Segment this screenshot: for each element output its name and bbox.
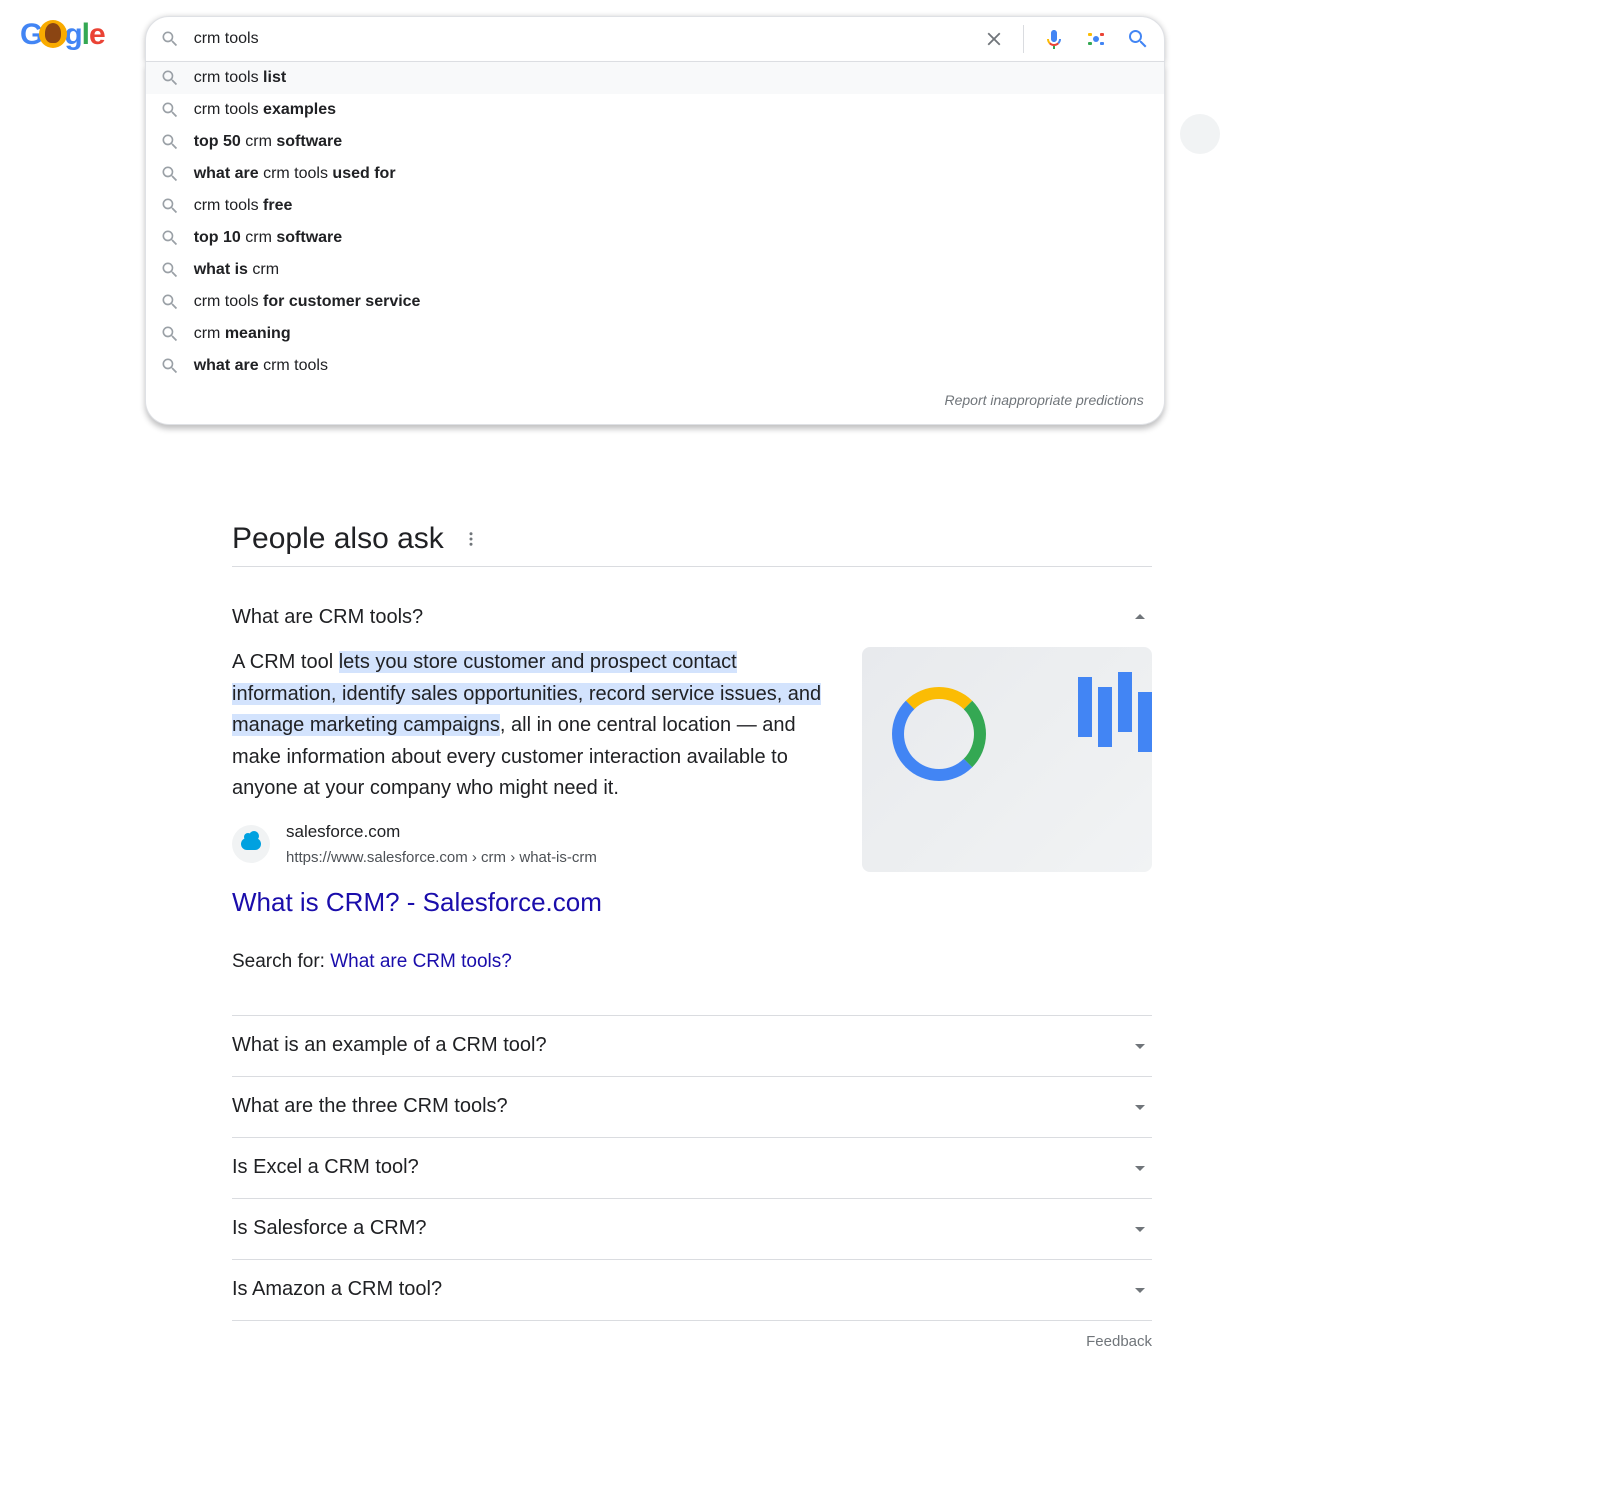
salesforce-favicon xyxy=(232,825,270,863)
suggestions-dropdown: crm tools list crm tools examples top 50 c… xyxy=(145,62,1165,425)
suggestion-text: top 50 crm software xyxy=(194,133,342,151)
google-logo[interactable]: Ggle xyxy=(20,18,105,52)
suggestion-item[interactable]: top 50 crm software xyxy=(146,126,1164,158)
suggestion-text: what are crm tools xyxy=(194,357,328,375)
suggestion-item[interactable]: what is crm xyxy=(146,254,1164,286)
chevron-down-icon xyxy=(1128,1278,1152,1302)
paa-question-toggle[interactable]: Is Excel a CRM tool? xyxy=(232,1138,1152,1198)
source-title-link[interactable]: What is CRM? - Salesforce.com xyxy=(232,882,832,923)
suggestion-item[interactable]: crm tools free xyxy=(146,190,1164,222)
search-icon xyxy=(160,100,180,120)
toolbar-chip[interactable] xyxy=(1180,114,1220,154)
suggestion-text: top 10 crm software xyxy=(194,229,342,247)
suggestion-item[interactable]: crm meaning xyxy=(146,318,1164,350)
chevron-down-icon xyxy=(1128,1095,1152,1119)
clear-icon[interactable] xyxy=(983,28,1005,50)
search-icon xyxy=(160,164,180,184)
source-url: https://www.salesforce.com › crm › what-… xyxy=(286,846,597,870)
chevron-down-icon xyxy=(1128,1217,1152,1241)
paa-question-text: Is Amazon a CRM tool? xyxy=(232,1278,442,1301)
paa-question-text: What is an example of a CRM tool? xyxy=(232,1034,547,1057)
chevron-up-icon xyxy=(1128,605,1152,629)
mic-icon[interactable] xyxy=(1042,27,1066,51)
suggestion-item[interactable]: crm tools examples xyxy=(146,94,1164,126)
paa-item: Is Excel a CRM tool? xyxy=(232,1138,1152,1199)
paa-item-expanded: What are CRM tools? A CRM tool lets you … xyxy=(232,587,1152,1016)
suggestion-text: crm meaning xyxy=(194,325,291,343)
divider xyxy=(1023,25,1024,53)
paa-question-toggle[interactable]: Is Amazon a CRM tool? xyxy=(232,1260,1152,1320)
suggestion-text: what is crm xyxy=(194,261,279,279)
search-for-label: Search for: xyxy=(232,951,330,972)
search-icon xyxy=(160,132,180,152)
feedback-link[interactable]: Feedback xyxy=(232,1321,1152,1362)
paa-item: Is Salesforce a CRM? xyxy=(232,1199,1152,1260)
divider xyxy=(232,566,1152,567)
paa-question-text: Is Salesforce a CRM? xyxy=(232,1217,427,1240)
chevron-down-icon xyxy=(1128,1034,1152,1058)
suggestion-text: crm tools free xyxy=(194,197,293,215)
suggestion-item[interactable]: crm tools list xyxy=(146,62,1164,94)
paa-item: Is Amazon a CRM tool? xyxy=(232,1260,1152,1321)
source-name: salesforce.com xyxy=(286,819,597,846)
paa-item: What are the three CRM tools? xyxy=(232,1077,1152,1138)
suggestion-item[interactable]: top 10 crm software xyxy=(146,222,1164,254)
paa-question-toggle[interactable]: Is Salesforce a CRM? xyxy=(232,1199,1152,1259)
paa-question-toggle[interactable]: What are CRM tools? xyxy=(232,587,1152,647)
suggestion-text: crm tools list xyxy=(194,69,286,87)
search-icon xyxy=(160,68,180,88)
paa-question-text: What are CRM tools? xyxy=(232,606,423,629)
paa-question-toggle[interactable]: What are the three CRM tools? xyxy=(232,1077,1152,1137)
more-options-icon[interactable] xyxy=(462,530,480,548)
people-also-ask-heading: People also ask xyxy=(232,522,444,556)
answer-thumbnail[interactable] xyxy=(862,647,1152,872)
chevron-down-icon xyxy=(1128,1156,1152,1180)
paa-question-text: What are the three CRM tools? xyxy=(232,1095,508,1118)
search-icon xyxy=(160,260,180,280)
search-icon xyxy=(160,228,180,248)
search-box xyxy=(145,16,1165,62)
lens-icon[interactable] xyxy=(1084,27,1108,51)
report-predictions-link[interactable]: Report inappropriate predictions xyxy=(146,382,1164,416)
search-for-link[interactable]: What are CRM tools? xyxy=(330,951,512,972)
search-icon xyxy=(160,196,180,216)
suggestion-item[interactable]: crm tools for customer service xyxy=(146,286,1164,318)
suggestion-item[interactable]: what are crm tools used for xyxy=(146,158,1164,190)
search-input[interactable] xyxy=(194,30,983,48)
search-icon xyxy=(160,356,180,376)
suggestion-item[interactable]: what are crm tools xyxy=(146,350,1164,382)
search-button-icon[interactable] xyxy=(1126,27,1150,51)
suggestion-text: crm tools examples xyxy=(194,101,336,119)
search-icon xyxy=(160,292,180,312)
paa-item: What is an example of a CRM tool? xyxy=(232,1016,1152,1077)
paa-question-text: Is Excel a CRM tool? xyxy=(232,1156,419,1179)
suggestion-text: what are crm tools used for xyxy=(194,165,396,183)
suggestion-text: crm tools for customer service xyxy=(194,293,421,311)
paa-question-toggle[interactable]: What is an example of a CRM tool? xyxy=(232,1016,1152,1076)
search-icon xyxy=(160,29,180,49)
search-icon xyxy=(160,324,180,344)
paa-answer-text: A CRM tool lets you store customer and p… xyxy=(232,647,832,997)
